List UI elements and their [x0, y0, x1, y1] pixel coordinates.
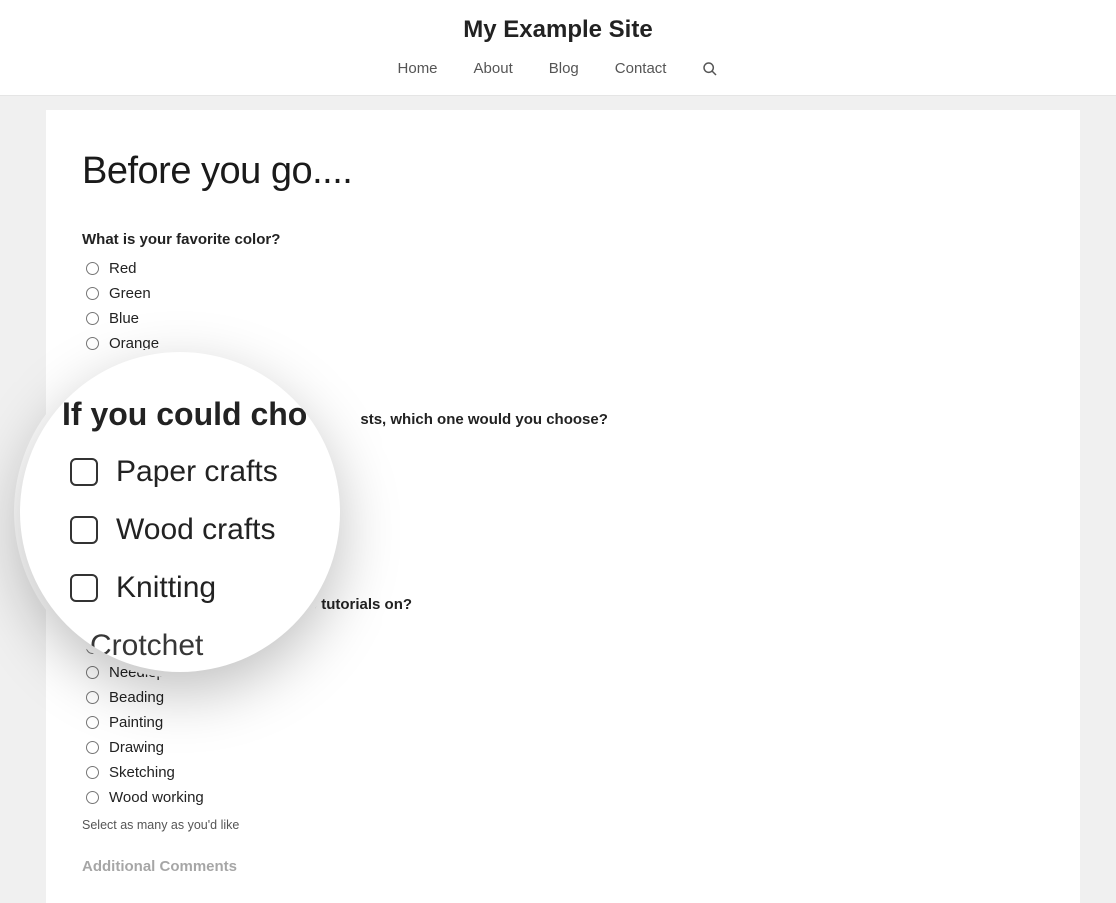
- q3-option: Sketching: [82, 760, 1044, 785]
- nav-contact[interactable]: Contact: [615, 60, 667, 77]
- additional-comments-label: Additional Comments: [82, 858, 1044, 875]
- magnifier-label: Crotchet: [90, 629, 203, 663]
- q3-radio-painting[interactable]: [86, 716, 99, 729]
- q3-radio-woodworking[interactable]: [86, 791, 99, 804]
- magnifier-item: Knitting: [70, 571, 340, 605]
- magnifier-overlay: If you could cho Paper crafts Wood craft…: [20, 352, 340, 672]
- q3-option-label: Painting: [109, 714, 163, 731]
- magnifier-label: Wood crafts: [116, 513, 276, 547]
- q1-radio-blue[interactable]: [86, 312, 99, 325]
- q1-option: Green: [82, 281, 1044, 306]
- q3-option-label: Drawing: [109, 739, 164, 756]
- q1-option-label: Green: [109, 285, 151, 302]
- q1-option-label: Blue: [109, 310, 139, 327]
- magnifier-item: Paper crafts: [70, 455, 340, 489]
- checkbox-icon[interactable]: [70, 458, 98, 486]
- q3-radio-drawing[interactable]: [86, 741, 99, 754]
- magnifier-label: Paper crafts: [116, 455, 278, 489]
- q3-option: Wood working: [82, 785, 1044, 810]
- q3-option-label: Wood working: [109, 789, 204, 806]
- q1-option: Red: [82, 256, 1044, 281]
- nav-blog[interactable]: Blog: [549, 60, 579, 77]
- magnifier-item: Crotchet: [90, 629, 340, 663]
- q3-radio-beading[interactable]: [86, 691, 99, 704]
- site-header: My Example Site Home About Blog Contact: [0, 0, 1116, 96]
- magnifier-label: Knitting: [116, 571, 216, 605]
- magnifier-item: Wood crafts: [70, 513, 340, 547]
- q1-option: Blue: [82, 306, 1044, 331]
- q3-option: Beading: [82, 685, 1044, 710]
- q1-radio-green[interactable]: [86, 287, 99, 300]
- q3-option-label: Beading: [109, 689, 164, 706]
- q3-option: Painting: [82, 710, 1044, 735]
- main-nav: Home About Blog Contact: [0, 60, 1116, 95]
- q1-option: Orange: [82, 331, 1044, 356]
- q1-radio-red[interactable]: [86, 262, 99, 275]
- q3-radio-needlepoint[interactable]: [86, 666, 99, 679]
- site-title: My Example Site: [0, 10, 1116, 60]
- q3-radio-sketching[interactable]: [86, 766, 99, 779]
- q3-option: Drawing: [82, 735, 1044, 760]
- q3-option-label: Sketching: [109, 764, 175, 781]
- checkbox-icon[interactable]: [70, 516, 98, 544]
- nav-about[interactable]: About: [474, 60, 513, 77]
- nav-home[interactable]: Home: [398, 60, 438, 77]
- q1-radio-orange[interactable]: [86, 337, 99, 350]
- search-icon[interactable]: [702, 61, 718, 77]
- q1-option-label: Orange: [109, 335, 159, 352]
- checkbox-icon[interactable]: [70, 574, 98, 602]
- page-title: Before you go....: [82, 150, 1044, 193]
- q1-option-label: Red: [109, 260, 137, 277]
- q3-hint: Select as many as you'd like: [82, 818, 1044, 832]
- q1-label: What is your favorite color?: [82, 231, 1044, 248]
